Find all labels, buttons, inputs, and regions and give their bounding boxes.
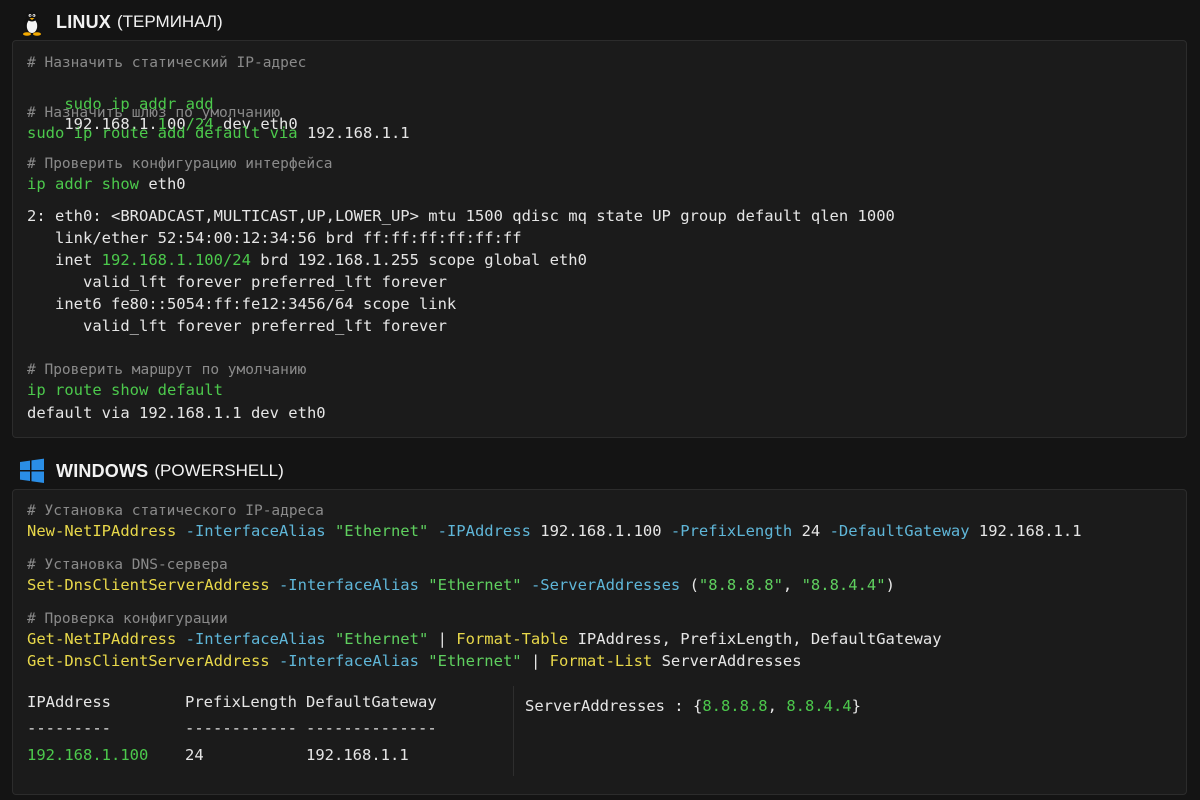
linux-output-line: valid_lft forever preferred_lft forever	[27, 317, 447, 335]
ps-comment-check: # Проверка конфигурации	[27, 611, 228, 627]
ps-param: -InterfaceAlias	[176, 630, 326, 648]
list-label: ServerAddresses : {	[525, 697, 703, 715]
ps-pipe: |	[521, 652, 550, 670]
ps-punct: (	[680, 576, 699, 594]
output-text: brd 192.168.1.255 scope global eth0	[250, 251, 587, 269]
table-header-defaultgateway: DefaultGateway	[306, 693, 437, 711]
ps-cmd-set-dns: Set-DnsClientServerAddress -InterfaceAli…	[27, 575, 895, 595]
ps-cmdlet: Set-DnsClientServerAddress	[27, 576, 270, 594]
output-text: inet	[27, 251, 102, 269]
ps-comment-static-ip: # Установка статического IP-адреса	[27, 503, 324, 519]
table-dash: ------------	[185, 719, 297, 737]
ps-cmdlet: Format-List	[549, 652, 653, 670]
powershell-panel: # Установка статического IP-адреса New-N…	[12, 489, 1187, 795]
ps-value: 192.168.1.100	[530, 522, 662, 540]
linux-title: LINUX	[56, 11, 111, 32]
table-cell-ipaddress: 192.168.1.100	[27, 746, 149, 764]
linux-cmd-route-show: ip route show default	[27, 380, 223, 400]
list-close: }	[851, 697, 861, 715]
linux-section-header: LINUX (ТЕРМИНАЛ)	[18, 6, 223, 38]
ps-pipe: |	[428, 630, 457, 648]
ps-cmdlet: Get-DnsClientServerAddress	[27, 652, 270, 670]
ps-value: ServerAddresses	[652, 652, 802, 670]
ps-punct: )	[885, 576, 895, 594]
ps-cmdlet: New-NetIPAddress	[27, 522, 177, 540]
ps-string: "Ethernet"	[418, 652, 522, 670]
windows-subtitle: (POWERSHELL)	[154, 461, 284, 480]
format-list-output: ServerAddresses : {8.8.8.8, 8.8.4.4}	[525, 696, 861, 716]
ps-cmd-get-dns: Get-DnsClientServerAddress -InterfaceAli…	[27, 651, 802, 671]
ps-cmdlet: Get-NetIPAddress	[27, 630, 177, 648]
ps-param: -InterfaceAlias	[269, 576, 419, 594]
linux-output-line: default via 192.168.1.1 dev eth0	[27, 404, 326, 422]
linux-tux-icon	[18, 8, 46, 36]
linux-cmd-route-add: sudo ip route add default via 192.168.1.…	[27, 123, 410, 143]
windows-logo-icon	[18, 457, 46, 485]
ps-comment-dns: # Установка DNS-сервера	[27, 557, 228, 573]
ps-param: -ServerAddresses	[521, 576, 681, 594]
ps-param: -InterfaceAlias	[269, 652, 419, 670]
ps-param: -InterfaceAlias	[176, 522, 326, 540]
table-cell-defaultgateway: 192.168.1.1	[306, 746, 409, 764]
linux-output-line: link/ether 52:54:00:12:34:56 brd ff:ff:f…	[27, 229, 522, 247]
linux-comment-check-route: # Проверить маршрут по умолчанию	[27, 362, 307, 378]
list-sep: ,	[767, 697, 787, 715]
ps-string: "8.8.8.8"	[698, 576, 783, 594]
ps-value: 24	[792, 522, 821, 540]
linux-subtitle: (ТЕРМИНАЛ)	[117, 12, 223, 31]
output-ip: 192.168.1.100/24	[101, 251, 251, 269]
cmd-tail: eth0	[138, 175, 186, 193]
table-header-prefixlength: PrefixLength	[185, 693, 297, 711]
linux-comment-check-iface: # Проверить конфигурацию интерфейса	[27, 156, 333, 172]
table-dash: --------------	[306, 719, 437, 737]
linux-output-line: 2: eth0: <BROADCAST,MULTICAST,UP,LOWER_U…	[27, 207, 895, 225]
linux-cmd-addr-show: ip addr show eth0	[27, 174, 186, 194]
ps-cmd-get-netipaddress: Get-NetIPAddress -InterfaceAlias "Ethern…	[27, 629, 942, 649]
output-divider	[513, 686, 514, 776]
ps-string: "Ethernet"	[325, 630, 429, 648]
linux-output-line: inet6 fe80::5054:ff:fe12:3456/64 scope l…	[27, 295, 457, 313]
ps-value: IPAddress, PrefixLength, DefaultGateway	[568, 630, 942, 648]
linux-comment-static-ip: # Назначить статический IP-адрес	[27, 55, 307, 71]
cmd-keyword: ip route show default	[27, 381, 223, 399]
linux-comment-gateway: # Назначить шлюз по умолчанию	[27, 105, 281, 121]
list-value: 8.8.8.8	[702, 697, 768, 715]
cmd-tail: 192.168.1.1	[297, 124, 410, 142]
table-header-ipaddress: IPAddress	[27, 693, 111, 711]
cmd-keyword: ip addr show	[27, 175, 139, 193]
ps-param: -IPAddress	[428, 522, 531, 540]
ps-cmdlet: Format-Table	[456, 630, 569, 648]
ps-string: "Ethernet"	[325, 522, 429, 540]
list-value: 8.8.4.4	[786, 697, 852, 715]
ps-cmd-new-netipaddress: New-NetIPAddress -InterfaceAlias "Ethern…	[27, 521, 1082, 541]
ps-value: 192.168.1.1	[969, 522, 1082, 540]
linux-terminal-panel: # Назначить статический IP-адрес sudo ip…	[12, 40, 1187, 438]
table-dash: ---------	[27, 719, 111, 737]
linux-output-line: inet 192.168.1.100/24 brd 192.168.1.255 …	[27, 250, 587, 270]
windows-title: WINDOWS	[56, 460, 149, 481]
windows-section-header: WINDOWS (POWERSHELL)	[18, 455, 284, 487]
table-cell-prefixlength: 24	[185, 746, 204, 764]
ps-string: "8.8.4.4"	[801, 576, 886, 594]
ps-param: -PrefixLength	[661, 522, 793, 540]
cmd-keyword: sudo ip route add default via	[27, 124, 298, 142]
linux-output-line: valid_lft forever preferred_lft forever	[27, 273, 447, 291]
ps-punct: ,	[782, 576, 802, 594]
ps-string: "Ethernet"	[418, 576, 522, 594]
ps-param: -DefaultGateway	[820, 522, 970, 540]
